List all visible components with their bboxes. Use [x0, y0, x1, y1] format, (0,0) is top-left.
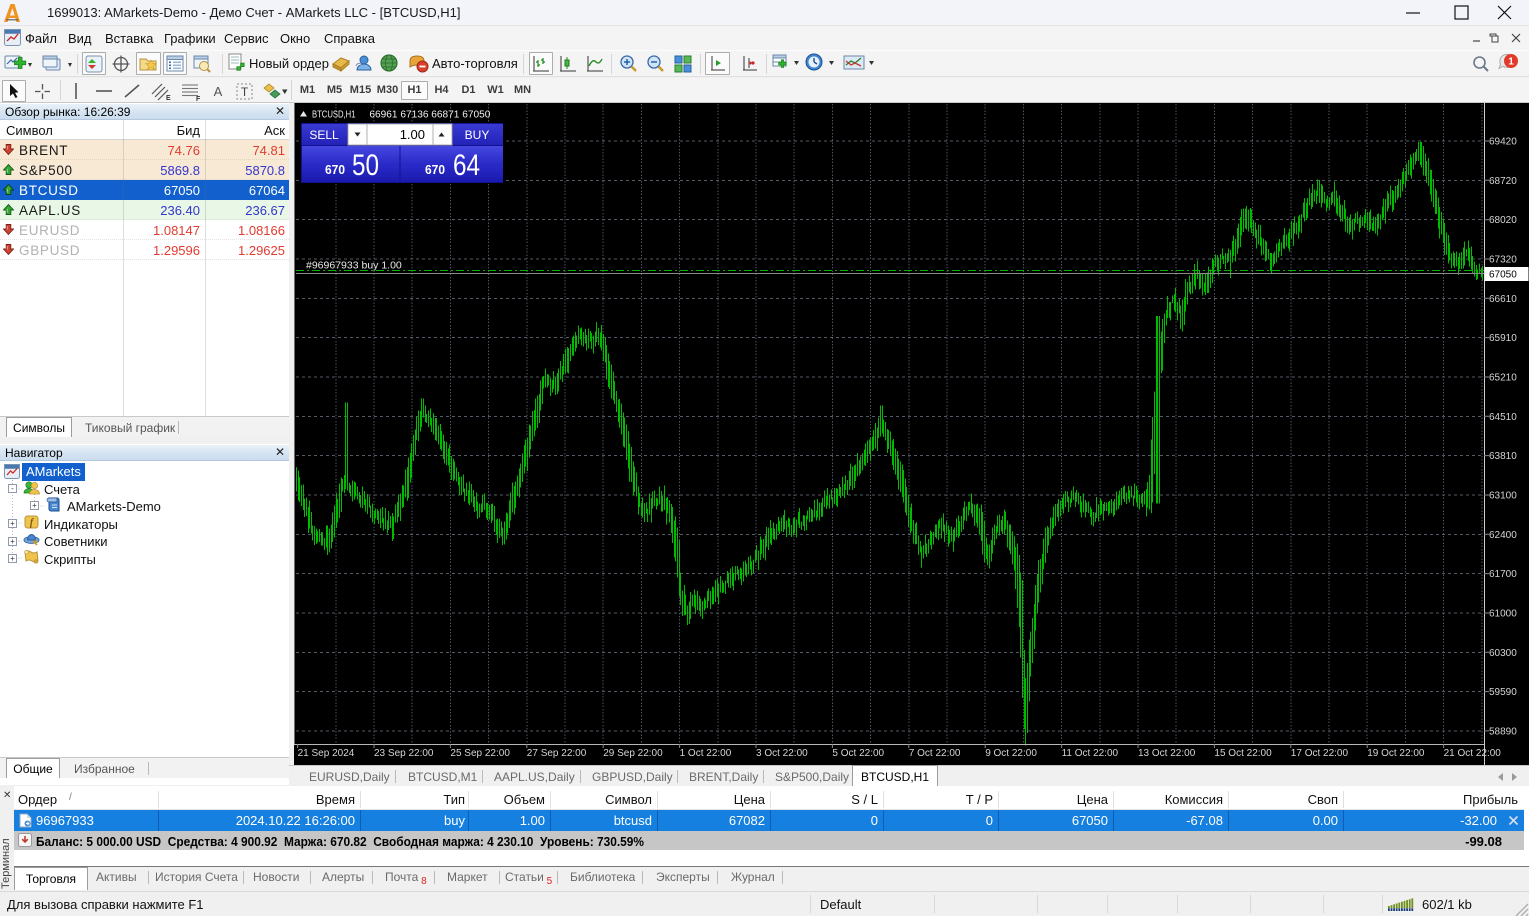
svg-text:69420: 69420	[1489, 137, 1517, 148]
svg-text:50: 50	[352, 149, 379, 182]
svg-text:1.00: 1.00	[400, 127, 425, 142]
svg-text:BUY: BUY	[465, 128, 490, 142]
svg-text:1: 1	[1508, 57, 1514, 68]
svg-text:15 Oct 22:00: 15 Oct 22:00	[1214, 748, 1272, 759]
svg-text:27 Sep 22:00: 27 Sep 22:00	[527, 748, 587, 759]
svg-text:19 Oct 22:00: 19 Oct 22:00	[1367, 748, 1425, 759]
svg-text:58890: 58890	[1489, 726, 1517, 737]
svg-text:#96967933 buy 1.00: #96967933 buy 1.00	[306, 260, 402, 272]
svg-text:23 Sep 22:00: 23 Sep 22:00	[374, 748, 434, 759]
svg-text:61700: 61700	[1489, 569, 1517, 580]
svg-text:SELL: SELL	[309, 128, 339, 142]
svg-text:17 Oct 22:00: 17 Oct 22:00	[1291, 748, 1349, 759]
svg-text:67050: 67050	[1489, 270, 1517, 281]
svg-text:65210: 65210	[1489, 373, 1517, 384]
svg-text:63100: 63100	[1489, 491, 1517, 502]
svg-text:BTCUSD,H1: BTCUSD,H1	[312, 110, 356, 121]
svg-text:5 Oct 22:00: 5 Oct 22:00	[832, 748, 884, 759]
svg-text:E: E	[166, 95, 171, 101]
svg-text:670: 670	[425, 162, 445, 177]
svg-text:F: F	[196, 96, 201, 101]
svg-text:1 Oct 22:00: 1 Oct 22:00	[680, 748, 732, 759]
svg-text:67320: 67320	[1489, 255, 1517, 266]
svg-text:13 Oct 22:00: 13 Oct 22:00	[1138, 748, 1196, 759]
svg-text:64: 64	[453, 149, 480, 182]
svg-text:64510: 64510	[1489, 412, 1517, 423]
svg-text:63810: 63810	[1489, 451, 1517, 462]
svg-text:T: T	[240, 85, 248, 99]
svg-text:66961 67136 66871 67050: 66961 67136 66871 67050	[369, 110, 490, 121]
svg-text:11 Oct 22:00: 11 Oct 22:00	[1062, 748, 1119, 759]
svg-text:3 Oct 22:00: 3 Oct 22:00	[756, 748, 808, 759]
svg-text:25 Sep 22:00: 25 Sep 22:00	[450, 748, 510, 759]
svg-text:60300: 60300	[1489, 648, 1517, 659]
svg-text:68720: 68720	[1489, 176, 1517, 187]
svg-text:65910: 65910	[1489, 333, 1517, 344]
svg-text:29 Sep 22:00: 29 Sep 22:00	[603, 748, 663, 759]
svg-text:62400: 62400	[1489, 530, 1517, 541]
svg-text:21 Sep 2024: 21 Sep 2024	[298, 748, 355, 759]
svg-text:A: A	[214, 84, 223, 99]
svg-text:9 Oct 22:00: 9 Oct 22:00	[985, 748, 1037, 759]
svg-text:59590: 59590	[1489, 687, 1517, 698]
svg-text:61000: 61000	[1489, 609, 1517, 620]
svg-text:21 Oct 22:00: 21 Oct 22:00	[1444, 748, 1502, 759]
svg-text:66610: 66610	[1489, 294, 1517, 305]
svg-text:670: 670	[325, 162, 345, 177]
svg-text:7 Oct 22:00: 7 Oct 22:00	[909, 748, 961, 759]
svg-text:68020: 68020	[1489, 215, 1517, 226]
